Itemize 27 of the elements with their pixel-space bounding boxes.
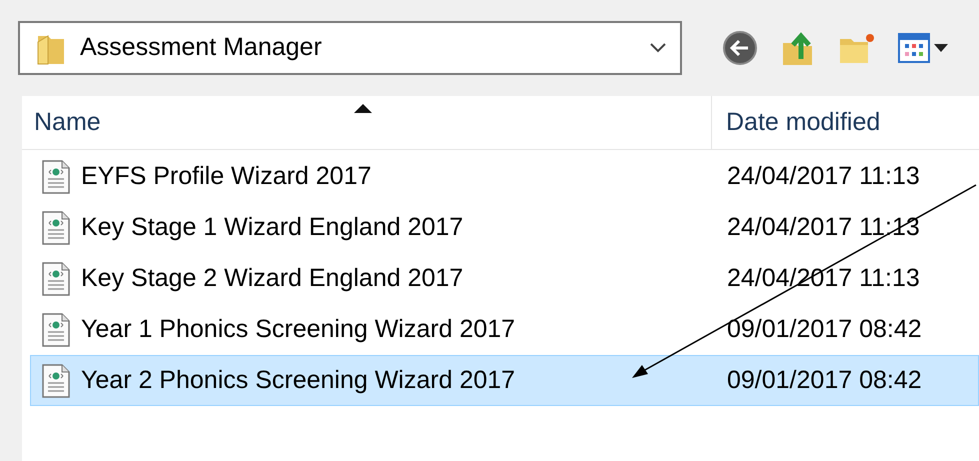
web-document-icon bbox=[41, 210, 71, 244]
web-document-icon bbox=[41, 312, 71, 346]
sort-ascending-icon bbox=[354, 104, 372, 113]
caret-icon bbox=[934, 44, 948, 52]
web-document-icon bbox=[41, 364, 71, 398]
new-folder-icon[interactable] bbox=[838, 31, 876, 65]
web-document-icon bbox=[41, 262, 71, 296]
back-icon[interactable] bbox=[722, 30, 758, 66]
location-text: Assessment Manager bbox=[80, 32, 323, 64]
file-row[interactable]: Year 1 Phonics Screening Wizard 2017 09/01/2017 08:42 bbox=[30, 304, 979, 355]
location-combo-box[interactable]: Assessment Manager bbox=[18, 21, 682, 75]
chevron-down-icon bbox=[650, 43, 666, 53]
name-column-header[interactable]: Name bbox=[22, 96, 712, 149]
file-row[interactable]: EYFS Profile Wizard 2017 24/04/2017 11:13 bbox=[30, 151, 979, 202]
date-modified: 09/01/2017 08:42 bbox=[726, 364, 922, 396]
view-menu-button[interactable] bbox=[898, 33, 948, 63]
file-name: Year 2 Phonics Screening Wizard 2017 bbox=[81, 364, 516, 396]
date-modified: 24/04/2017 11:13 bbox=[726, 160, 920, 192]
file-name: EYFS Profile Wizard 2017 bbox=[81, 160, 372, 192]
web-document-icon bbox=[41, 160, 71, 194]
file-name: Key Stage 1 Wizard England 2017 bbox=[81, 212, 464, 243]
file-name: Year 1 Phonics Screening Wizard 2017 bbox=[81, 314, 516, 345]
file-name: Key Stage 2 Wizard England 2017 bbox=[81, 262, 464, 294]
file-row[interactable]: Year 2 Phonics Screening Wizard 2017 09/01/2017 08:42 bbox=[30, 355, 979, 406]
date-modified: 09/01/2017 08:42 bbox=[726, 314, 922, 345]
grid-view-icon bbox=[898, 33, 930, 63]
date-column-header[interactable]: Date modified bbox=[712, 96, 979, 149]
